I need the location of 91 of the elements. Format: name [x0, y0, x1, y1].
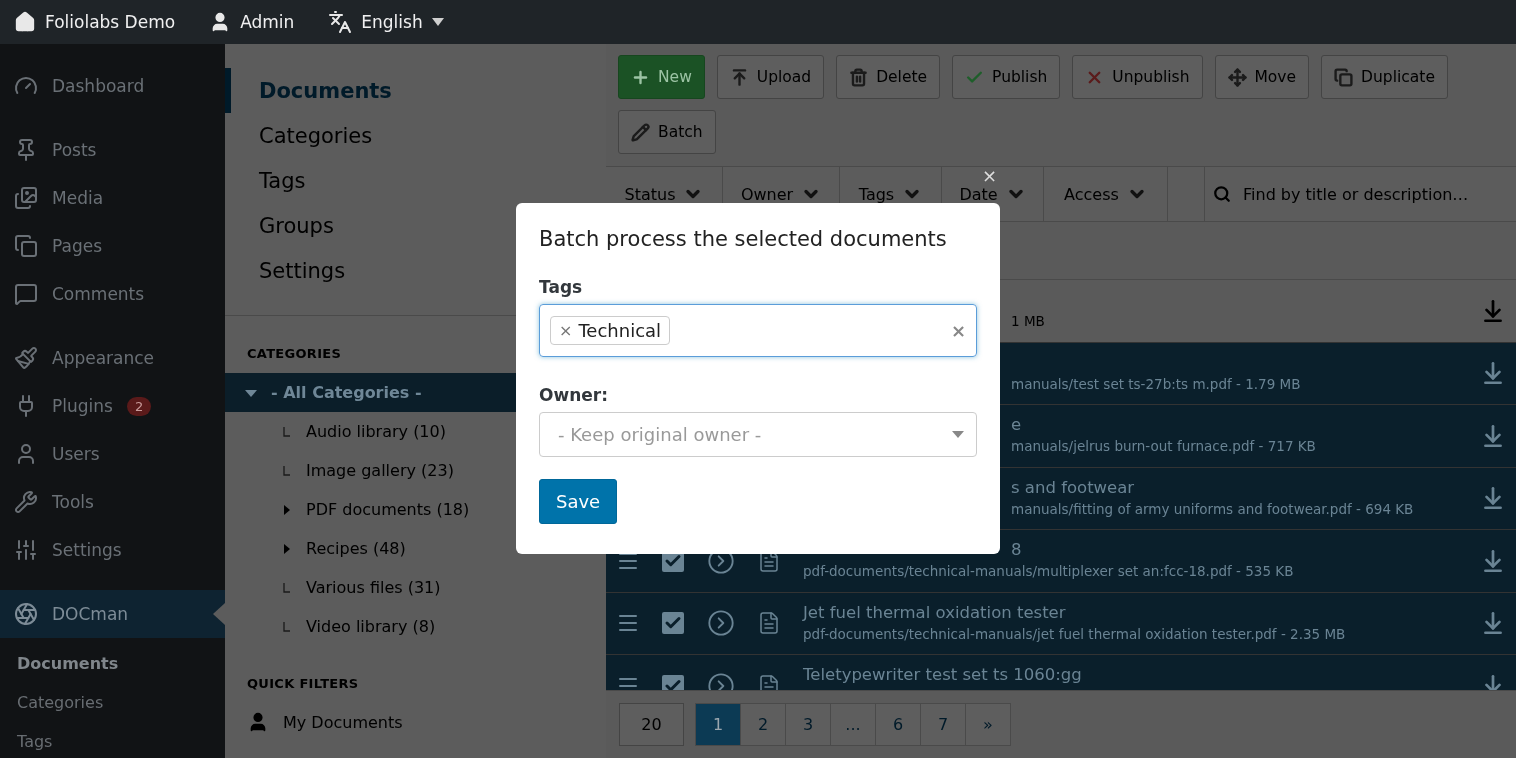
document-path: pdf-documents/technical-manuals/jet fuel thermal oxidation tester.pdf - 2.35 MB	[803, 625, 1346, 642]
document-title[interactable]: 8	[1011, 540, 1022, 559]
page-size-select[interactable]: 20	[619, 703, 684, 746]
admin-menu-item[interactable]: Dashboard	[0, 62, 225, 110]
document-title[interactable]: s and footwear	[1011, 477, 1135, 497]
page-button[interactable]: 7	[920, 703, 966, 746]
save-button[interactable]: Save	[539, 479, 618, 524]
row-checkbox[interactable]	[662, 674, 684, 690]
toolbar-button[interactable]: Duplicate	[1321, 55, 1448, 99]
sliders-icon	[14, 538, 38, 562]
submenu-item[interactable]: Tags	[17, 722, 225, 758]
clear-button[interactable]: ×	[950, 320, 966, 341]
tree-branch-icon	[282, 465, 292, 476]
field-label: Tags	[539, 277, 584, 297]
search-icon	[1213, 185, 1231, 203]
images-icon	[14, 186, 38, 210]
document-row[interactable]: Jet fuel thermal oxidation tester pdf-documents/technical-manuals/jet fuel thermal oxidation tester.pdf - 2.35 MB	[606, 592, 1516, 655]
search-field[interactable]: Find by title or description…	[1241, 183, 1516, 205]
toolbar-button[interactable]: Move	[1214, 55, 1310, 99]
dialog-title: Batch process the selected documents	[539, 227, 948, 251]
document-title[interactable]: Jet fuel thermal oxidation tester	[803, 602, 1066, 622]
caret-icon[interactable]	[431, 18, 444, 26]
move-icon	[1227, 67, 1247, 87]
toolbar-button[interactable]: Upload	[716, 55, 825, 99]
submenu-item[interactable]: Categories	[17, 683, 225, 722]
pages-icon	[14, 234, 38, 258]
page-button[interactable]: 1	[695, 703, 741, 746]
toolbar-button[interactable]: Batch	[618, 110, 716, 154]
admin-menu-item[interactable]: Users	[0, 430, 225, 478]
comment-icon	[14, 282, 38, 306]
paintbrush-icon	[14, 346, 38, 370]
admin-menu-item[interactable]: Tools	[0, 478, 225, 526]
document-title[interactable]: e	[1011, 415, 1022, 434]
count-badge: 2	[126, 396, 152, 416]
admin-menu-item[interactable]: Pages	[0, 222, 225, 270]
page-button[interactable]: 3	[785, 703, 831, 746]
section-heading: CATEGORIES	[247, 346, 342, 361]
admin-menu-item[interactable]: Appearance	[0, 334, 225, 382]
document-path: manuals/jelrus burn-out furnace.pdf - 717 KB	[1011, 438, 1316, 454]
toolbar-button[interactable]: Unpublish	[1072, 55, 1203, 99]
document-path: 1 MB	[1011, 313, 1045, 329]
section-nav-item[interactable]: Categories	[225, 113, 606, 158]
tree-branch-icon	[282, 621, 292, 632]
section-nav-item[interactable]: Tags	[225, 158, 606, 203]
close-button[interactable]: ×	[981, 165, 997, 186]
category-item[interactable]: Various files (31)	[225, 568, 606, 607]
category-item[interactable]: Video library (8)	[225, 607, 606, 646]
file-icon	[757, 611, 781, 636]
tags-field[interactable]: × Technical ×	[539, 304, 977, 357]
page-button[interactable]: »	[965, 703, 1011, 746]
translate-icon[interactable]	[328, 10, 353, 34]
tree-branch-icon	[282, 426, 292, 437]
pencil-icon	[631, 122, 650, 142]
toolbar-button[interactable]: Delete	[836, 55, 941, 99]
owner-select[interactable]: - Keep original owner -	[539, 412, 977, 457]
wrench-icon	[14, 490, 38, 514]
language-menu[interactable]: English	[361, 12, 423, 32]
toolbar-button[interactable]: Publish	[952, 55, 1061, 99]
site-name[interactable]: Foliolabs Demo	[45, 12, 176, 32]
page-button[interactable]: ...	[830, 703, 876, 746]
document-title[interactable]: Teletypewriter test set ts 1060:gg	[803, 665, 1082, 684]
tree-branch-icon	[282, 582, 292, 593]
document-path: manuals/fitting of army uniforms and footwear.pdf - 694 KB	[1011, 500, 1414, 517]
row-checkbox[interactable]	[662, 612, 684, 635]
document-path: pdf-documents/technical-manuals/multiplexer set an:fcc-18.pdf - 535 KB	[803, 563, 1294, 579]
aperture-icon	[14, 602, 38, 626]
admin-menu-item[interactable]: Comments	[0, 270, 225, 318]
document-row[interactable]: Teletypewriter test set ts 1060:gg	[606, 655, 1516, 690]
page-button[interactable]: 6	[875, 703, 921, 746]
user-name[interactable]: Admin	[240, 12, 295, 32]
filter-dropdown[interactable]: Access	[1044, 167, 1168, 221]
caret-icon[interactable]	[245, 387, 257, 398]
quick-filter-link[interactable]: My Documents	[283, 712, 403, 732]
admin-menu-item[interactable]: Plugins 2	[0, 382, 225, 430]
home-icon[interactable]	[14, 11, 36, 33]
duplicate-icon	[1334, 67, 1354, 87]
admin-menu-item[interactable]: Settings	[0, 526, 225, 574]
admin-menu-item[interactable]: Media	[0, 174, 225, 222]
admin-menu-item[interactable]: Posts	[0, 126, 225, 174]
field-label: Owner:	[539, 385, 609, 405]
category-item[interactable]: Recipes (48)	[225, 529, 606, 568]
section-heading: QUICK FILTERS	[247, 676, 359, 691]
admin-menu-item[interactable]: DOCman	[0, 590, 225, 638]
file-icon	[757, 673, 781, 690]
remove-tag-button[interactable]: ×	[559, 321, 573, 340]
page-button[interactable]: 2	[740, 703, 786, 746]
submenu-item[interactable]: Documents	[17, 644, 225, 683]
document-path: manuals/test set ts-27b:ts m.pdf - 1.79 MB	[1011, 375, 1301, 392]
trash-icon	[849, 67, 869, 87]
toolbar-button[interactable]: New	[618, 55, 705, 99]
caret-icon	[952, 431, 964, 438]
